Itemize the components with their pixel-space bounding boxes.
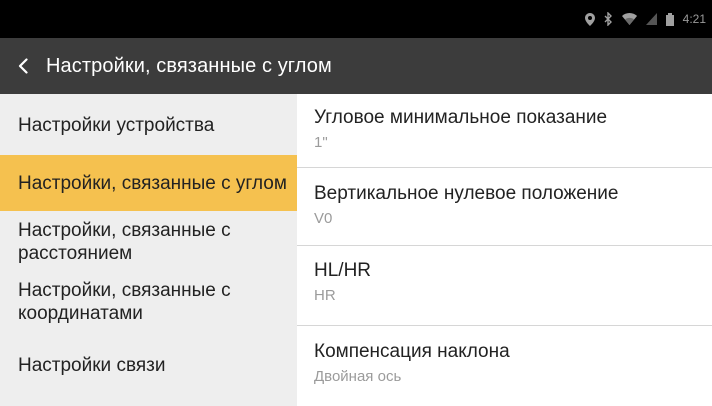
chevron-left-icon <box>18 58 28 74</box>
sidebar-item-label: Настройки, связанные с расстоянием <box>18 220 231 264</box>
battery-icon <box>665 12 674 26</box>
setting-value: Двойная ось <box>314 368 402 385</box>
sidebar: Настройки устройства Настройки, связанны… <box>0 94 297 406</box>
setting-label: Компенсация наклона <box>314 341 510 362</box>
back-button[interactable] <box>18 38 46 94</box>
divider <box>297 167 712 168</box>
setting-tilt-compensation[interactable]: Компенсация наклона Двойная ось <box>297 340 712 400</box>
setting-value: 1" <box>314 134 328 151</box>
sidebar-item-device-settings[interactable]: Настройки устройства <box>0 104 297 146</box>
status-time: 4:21 <box>682 12 706 26</box>
status-bar: 4:21 <box>0 0 712 38</box>
setting-value: V0 <box>314 210 333 227</box>
title-bar: Настройки, связанные с углом <box>0 38 712 94</box>
divider <box>297 245 712 246</box>
sidebar-item-label: Настройки связи <box>18 354 166 376</box>
sidebar-item-coordinate-settings[interactable]: Настройки, связанные с координатами <box>0 274 297 330</box>
setting-value: HR <box>314 287 336 304</box>
bluetooth-icon <box>604 12 613 26</box>
settings-list: Угловое минимальное показание 1" Вертика… <box>297 94 712 406</box>
setting-vertical-zero[interactable]: Вертикальное нулевое положение V0 <box>297 182 712 242</box>
sidebar-item-communication-settings[interactable]: Настройки связи <box>0 344 297 386</box>
setting-angle-min-reading[interactable]: Угловое минимальное показание 1" <box>297 106 712 166</box>
setting-hl-hr[interactable]: HL/HR HR <box>297 259 712 319</box>
sidebar-item-distance-settings[interactable]: Настройки, связанные с расстоянием <box>0 214 297 270</box>
divider <box>297 325 712 326</box>
signal-icon <box>645 13 657 25</box>
setting-label: HL/HR <box>314 260 372 281</box>
sidebar-item-label: Настройки, связанные с углом <box>18 172 287 194</box>
setting-label: Вертикальное нулевое положение <box>314 183 619 204</box>
wifi-icon <box>621 13 637 25</box>
status-icons: 4:21 <box>584 11 706 27</box>
sidebar-item-label: Настройки устройства <box>18 114 215 136</box>
page-title: Настройки, связанные с углом <box>46 54 332 77</box>
location-icon <box>584 12 595 26</box>
setting-label: Угловое минимальное показание <box>314 107 608 128</box>
sidebar-item-angle-settings[interactable]: Настройки, связанные с углом <box>0 155 297 211</box>
sidebar-item-label: Настройки, связанные с координатами <box>18 280 231 324</box>
